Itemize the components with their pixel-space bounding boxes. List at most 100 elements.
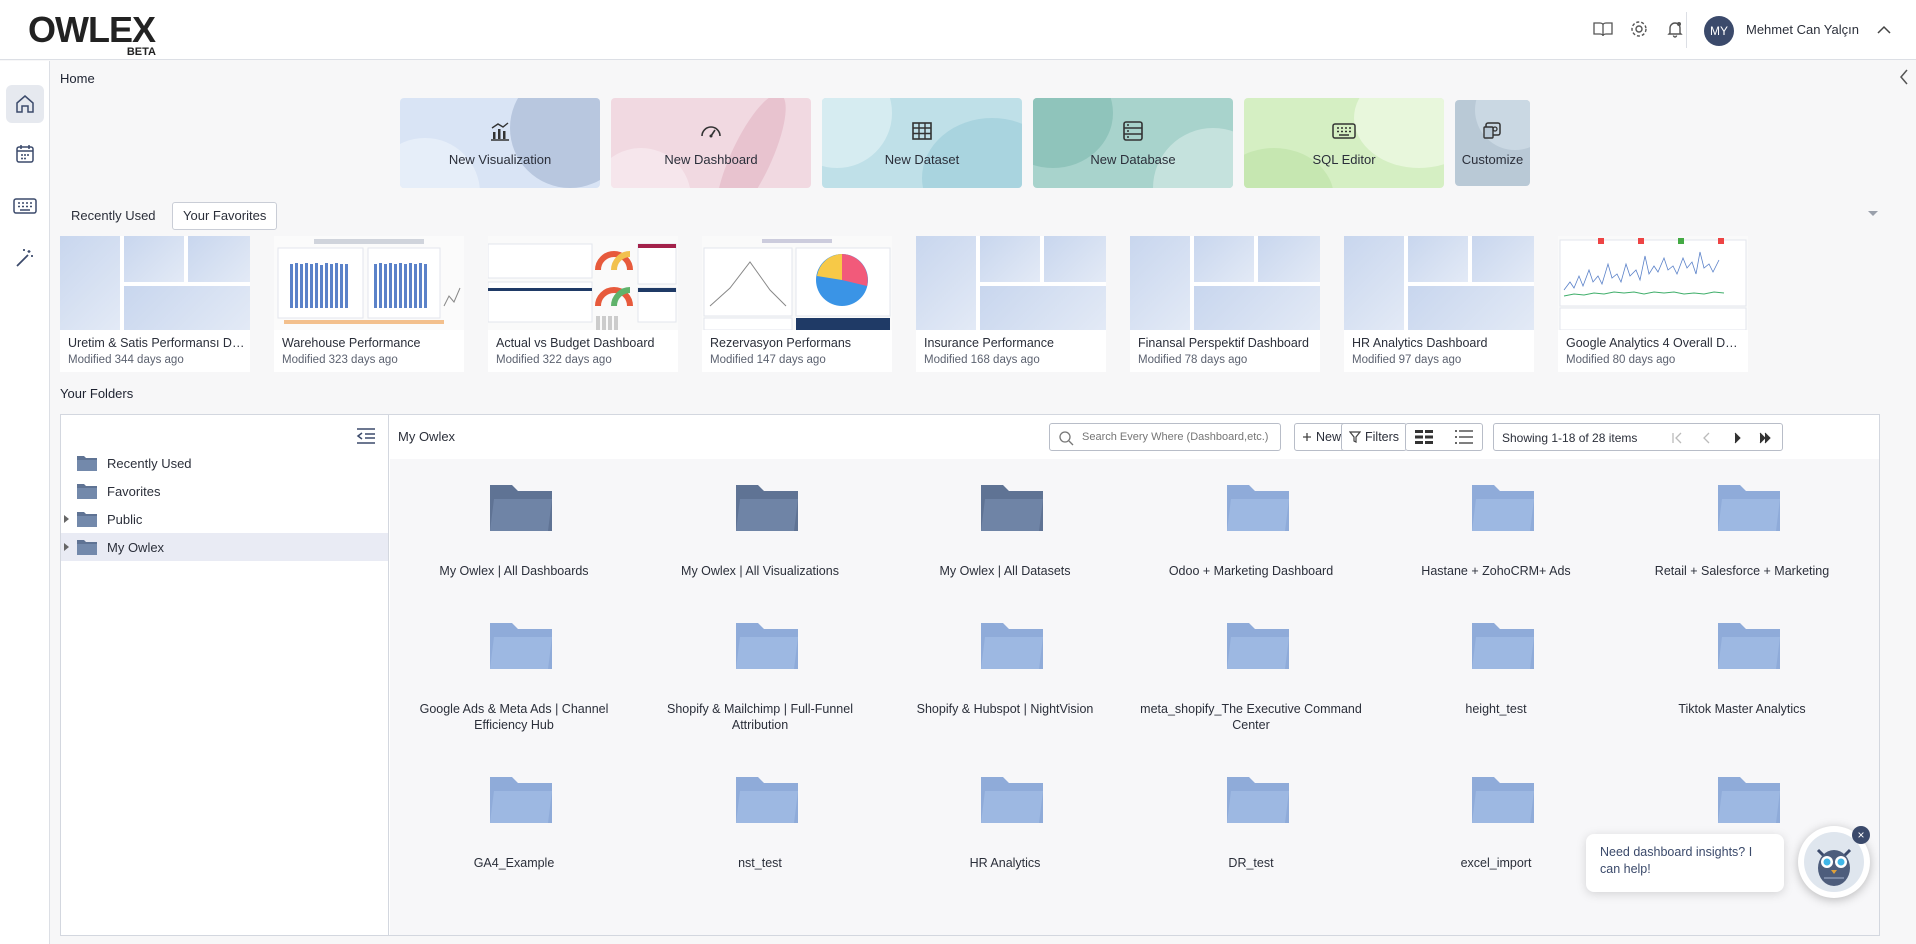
- folder-icon: [77, 456, 97, 471]
- folder-item[interactable]: HR Analytics: [885, 751, 1125, 881]
- favorite-card[interactable]: Insurance Performance Modified 168 days …: [916, 236, 1106, 372]
- folder-item[interactable]: Google Ads & Meta Ads | Channel Efficien…: [394, 597, 634, 732]
- avatar[interactable]: MY: [1704, 16, 1734, 46]
- favorite-modified: Modified 323 days ago: [282, 354, 398, 366]
- tree-item-public[interactable]: Public: [61, 505, 388, 533]
- favorite-modified: Modified 322 days ago: [496, 354, 612, 366]
- folder-item[interactable]: Shopify & Mailchimp | Full-Funnel Attrib…: [640, 597, 880, 732]
- next-page-icon[interactable]: [1730, 431, 1744, 445]
- new-database-label: New Database: [1090, 151, 1176, 167]
- folder-item[interactable]: excel_import: [1376, 751, 1616, 881]
- folder-item[interactable]: My Owlex | All Visualizations: [640, 459, 880, 589]
- folder-label: nst_test: [738, 856, 782, 870]
- user-name[interactable]: Mehmet Can Yalçın: [1746, 22, 1859, 37]
- folder-item[interactable]: Hastane + ZohoCRM+ Ads: [1376, 459, 1616, 589]
- folder-label: My Owlex | All Visualizations: [681, 564, 839, 578]
- folder-item[interactable]: Retail + Salesforce + Marketing: [1622, 459, 1862, 589]
- tree-item-favorites[interactable]: Favorites: [61, 477, 388, 505]
- folder-label: GA4_Example: [473, 856, 555, 870]
- folder-item[interactable]: height_test: [1376, 597, 1616, 727]
- calendar-icon[interactable]: [6, 135, 44, 173]
- search-icon: [1059, 431, 1074, 446]
- logo-text: OWLEX: [28, 9, 156, 50]
- folder-item[interactable]: DR_test: [1131, 751, 1371, 881]
- folder-icon: [1716, 619, 1782, 673]
- favorite-card[interactable]: Actual vs Budget Dashboard Modified 322 …: [488, 236, 678, 372]
- favorite-modified: Modified 97 days ago: [1352, 354, 1462, 366]
- folder-item[interactable]: Odoo + Marketing Dashboard: [1131, 459, 1371, 589]
- folder-icon: [734, 773, 800, 827]
- keyboard-icon: [1332, 122, 1356, 139]
- chevron-up-icon[interactable]: [1874, 20, 1894, 40]
- favorites-row: Uretim & Satis Performansı Dashboard Mod…: [60, 236, 1896, 376]
- grid-view-icon[interactable]: [1414, 429, 1434, 445]
- tree-item-recently-used[interactable]: Recently Used: [61, 449, 388, 477]
- folder-icon: [1716, 773, 1782, 827]
- customize-card[interactable]: Customize: [1455, 100, 1530, 186]
- book-icon[interactable]: [1592, 18, 1614, 40]
- caret-right-icon[interactable]: [64, 542, 70, 552]
- new-visualization-card[interactable]: New Visualization: [400, 98, 600, 188]
- filters-button[interactable]: Filters: [1341, 423, 1408, 451]
- thumbnail-placeholder: [1130, 236, 1320, 330]
- pagination: Showing 1-18 of 28 items: [1493, 423, 1783, 451]
- thumbnail-preview: [274, 236, 464, 330]
- tree-item-my-owlex[interactable]: My Owlex: [61, 533, 388, 561]
- folder-item[interactable]: My Owlex | All Dashboards: [394, 459, 634, 589]
- folder-item[interactable]: Tiktok Master Analytics: [1622, 597, 1862, 727]
- list-view-icon[interactable]: [1454, 429, 1474, 445]
- collapse-tree-icon[interactable]: [355, 427, 377, 445]
- favorite-card[interactable]: Rezervasyon Performans Modified 147 days…: [702, 236, 892, 372]
- favorite-card[interactable]: Uretim & Satis Performansı Dashboard Mod…: [60, 236, 250, 372]
- new-database-card[interactable]: New Database: [1033, 98, 1233, 188]
- favorite-modified: Modified 147 days ago: [710, 354, 826, 366]
- top-bar: OWLEX BETA MY Mehmet Can Yalçın: [0, 0, 1916, 60]
- right-panel-collapse-icon[interactable]: [1896, 66, 1912, 88]
- favorite-card[interactable]: Google Analytics 4 Overall Dashboard Mod…: [1558, 236, 1748, 372]
- folder-item[interactable]: meta_shopify_The Executive Command Cente…: [1131, 597, 1371, 732]
- keyboard-icon[interactable]: [6, 187, 44, 225]
- tab-recently-used[interactable]: Recently Used: [60, 202, 167, 230]
- folder-icon: [734, 619, 800, 673]
- gauge-icon: [701, 125, 721, 137]
- magic-wand-icon[interactable]: [6, 239, 44, 277]
- search-input[interactable]: [1082, 429, 1272, 445]
- prev-page-icon[interactable]: [1700, 431, 1714, 445]
- favorite-title: Finansal Perspektif Dashboard: [1138, 336, 1309, 350]
- owlex-logo[interactable]: OWLEX BETA: [28, 9, 158, 59]
- favorite-modified: Modified 168 days ago: [924, 354, 1040, 366]
- close-icon[interactable]: ×: [1852, 826, 1870, 844]
- folder-item[interactable]: nst_test: [640, 751, 880, 881]
- favorite-modified: Modified 344 days ago: [68, 354, 184, 366]
- folder-label: My Owlex | All Dashboards: [439, 564, 589, 578]
- favorite-card[interactable]: Warehouse Performance Modified 323 days …: [274, 236, 464, 372]
- new-dataset-card[interactable]: New Dataset: [822, 98, 1022, 188]
- folder-icon: [1716, 481, 1782, 535]
- table-icon: [912, 121, 932, 140]
- home-icon[interactable]: [6, 85, 44, 123]
- bell-icon[interactable]: [1664, 18, 1686, 40]
- thumbnail-preview: [702, 236, 892, 330]
- favorite-card[interactable]: HR Analytics Dashboard Modified 97 days …: [1344, 236, 1534, 372]
- tab-your-favorites[interactable]: Your Favorites: [172, 202, 278, 230]
- folder-icon: [1470, 773, 1536, 827]
- gear-icon[interactable]: [1628, 18, 1650, 40]
- folder-icon: [1470, 619, 1536, 673]
- folder-item[interactable]: Shopify & Hubspot | NightVision: [885, 597, 1125, 727]
- folder-item[interactable]: GA4_Example: [394, 751, 634, 881]
- favorite-card[interactable]: Finansal Perspektif Dashboard Modified 7…: [1130, 236, 1320, 372]
- search-box[interactable]: [1049, 423, 1281, 451]
- tree-item-label: Recently Used: [107, 456, 192, 471]
- caret-down-icon[interactable]: [1866, 206, 1880, 220]
- new-dashboard-card[interactable]: New Dashboard: [611, 98, 811, 188]
- folder-icon: [1225, 481, 1291, 535]
- folder-label: Shopify & Mailchimp | Full-Funnel Attrib…: [667, 702, 853, 732]
- sql-editor-card[interactable]: SQL Editor: [1244, 98, 1444, 188]
- chat-bubble[interactable]: Need dashboard insights? I can help!: [1586, 834, 1784, 892]
- caret-right-icon[interactable]: [64, 514, 70, 524]
- folder-icon: [1225, 773, 1291, 827]
- first-page-icon[interactable]: [1670, 431, 1684, 445]
- breadcrumb[interactable]: Home: [60, 71, 95, 86]
- folder-item[interactable]: My Owlex | All Datasets: [885, 459, 1125, 589]
- last-page-icon[interactable]: [1758, 431, 1772, 445]
